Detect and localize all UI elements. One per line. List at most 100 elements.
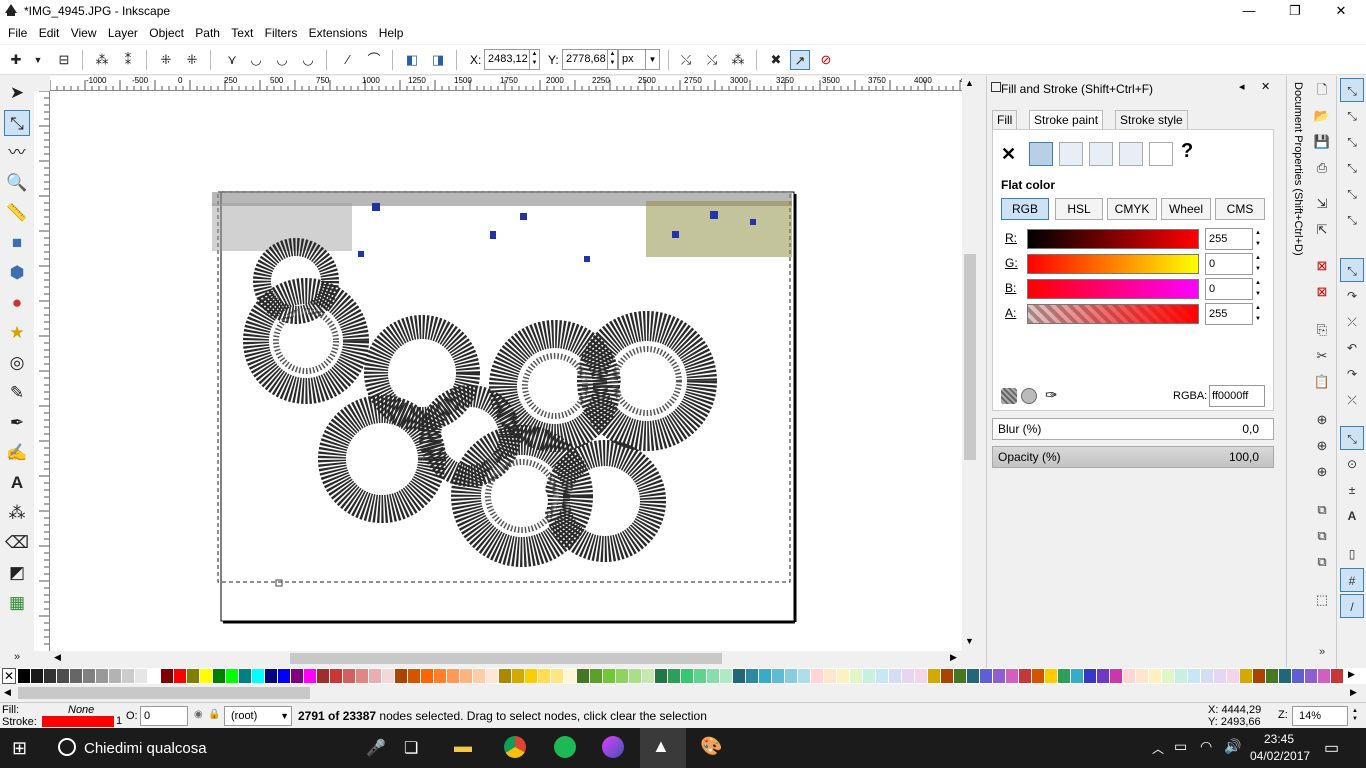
rectangle-tool-icon[interactable]: ■: [4, 230, 30, 256]
scroll-thumb[interactable]: [964, 254, 976, 460]
drawing-canvas[interactable]: [50, 91, 962, 651]
spotify-icon[interactable]: [554, 736, 576, 758]
menu-object[interactable]: Object: [145, 22, 188, 40]
palette-swatch[interactable]: [1331, 669, 1343, 683]
app-icon[interactable]: [602, 736, 624, 758]
snap-nodes-icon[interactable]: ⤡: [1340, 258, 1364, 282]
palette-swatch[interactable]: [863, 669, 875, 683]
cortana-icon[interactable]: [58, 738, 76, 756]
palette-swatch[interactable]: [408, 669, 420, 683]
battery-icon[interactable]: ▭: [1174, 738, 1187, 755]
iconify-button[interactable]: ◂: [1239, 80, 1245, 93]
palette-swatch[interactable]: [824, 669, 836, 683]
palette-swatch[interactable]: [525, 669, 537, 683]
undo-icon[interactable]: ⊠: [1312, 256, 1332, 276]
palette-swatch[interactable]: [668, 669, 680, 683]
spray-tool-icon[interactable]: ⁂: [4, 500, 30, 526]
palette-swatch[interactable]: [889, 669, 901, 683]
palette-swatch[interactable]: [1266, 669, 1278, 683]
mode-hsl-button[interactable]: HSL: [1055, 198, 1103, 220]
segment-line-icon[interactable]: ⁄: [338, 50, 358, 70]
palette-swatch[interactable]: [1097, 669, 1109, 683]
chevron-down-icon[interactable]: ▼: [280, 707, 289, 725]
channel-b-input[interactable]: 0: [1205, 278, 1253, 300]
rgba-input[interactable]: ff0000ff: [1209, 385, 1265, 407]
file-explorer-icon[interactable]: ▬: [454, 736, 472, 757]
palette-swatch[interactable]: [1019, 669, 1031, 683]
snap-bbox-center-icon[interactable]: ⤡: [1340, 208, 1364, 232]
menu-filters[interactable]: Filters: [261, 22, 302, 40]
palette-swatch[interactable]: [83, 669, 95, 683]
selector-tool-icon[interactable]: ➤: [4, 80, 30, 106]
eraser-tool-icon[interactable]: ⌫: [4, 530, 30, 556]
paste-icon[interactable]: 📋: [1312, 372, 1332, 392]
stroke-to-path-icon[interactable]: ◨: [428, 50, 448, 70]
palette-swatch[interactable]: [304, 669, 316, 683]
snap-bbox-edge-icon[interactable]: ⤡: [1340, 130, 1364, 154]
group-icon[interactable]: ⬚: [1312, 590, 1332, 610]
palette-swatch[interactable]: [96, 669, 108, 683]
zoom-drawing-icon[interactable]: ⊕: [1312, 436, 1332, 456]
snap-center-icon[interactable]: ⊙: [1340, 452, 1364, 476]
redo-icon[interactable]: ⊠: [1312, 282, 1332, 302]
palette-swatch[interactable]: [239, 669, 251, 683]
palette-swatch[interactable]: [993, 669, 1005, 683]
duplicate-icon[interactable]: ⧉: [1312, 500, 1332, 520]
palette-swatch[interactable]: [1071, 669, 1083, 683]
microphone-icon[interactable]: 🎤: [366, 738, 386, 758]
palette-swatch[interactable]: [1162, 669, 1174, 683]
out-of-gamut-icon[interactable]: [1021, 388, 1037, 404]
channel-g-input[interactable]: 0: [1205, 253, 1253, 275]
channel-a-slider[interactable]: [1027, 304, 1199, 324]
3d-box-tool-icon[interactable]: ⬢: [4, 260, 30, 286]
palette-swatch[interactable]: [1253, 669, 1265, 683]
copy-icon[interactable]: ⎘: [1312, 320, 1332, 340]
palette-swatch[interactable]: [616, 669, 628, 683]
mode-wheel-button[interactable]: Wheel: [1161, 198, 1211, 220]
chevron-up-icon[interactable]: ▲: [965, 78, 974, 88]
print-icon[interactable]: ⎙: [1312, 158, 1332, 178]
palette-swatch[interactable]: [655, 669, 667, 683]
palette-swatch[interactable]: [785, 669, 797, 683]
palette-swatch[interactable]: [980, 669, 992, 683]
color-managed-icon[interactable]: [1001, 388, 1017, 404]
palette-swatch[interactable]: [798, 669, 810, 683]
palette-swatch[interactable]: [629, 669, 641, 683]
color-palette[interactable]: ✕ ▶: [0, 668, 1366, 684]
chevron-left-icon[interactable]: ◀: [54, 652, 61, 663]
palette-swatch[interactable]: [369, 669, 381, 683]
unit-select[interactable]: px ▼: [618, 49, 660, 70]
gradient-tool-icon[interactable]: ▦: [4, 590, 30, 616]
y-coordinate-input[interactable]: 2778,68 ▲ ▼: [562, 49, 618, 70]
menu-layer[interactable]: Layer: [104, 22, 142, 40]
text-tool-icon[interactable]: A: [4, 470, 30, 496]
palette-swatch[interactable]: [122, 669, 134, 683]
star-tool-icon[interactable]: ★: [4, 320, 30, 346]
channel-r-slider[interactable]: [1027, 229, 1199, 249]
zoom-page-icon[interactable]: ⊕: [1312, 462, 1332, 482]
export-icon[interactable]: ⇱: [1312, 220, 1332, 240]
open-icon[interactable]: 📂: [1312, 106, 1332, 126]
segment-curve-icon[interactable]: ⌒: [364, 50, 384, 70]
snap-grid-icon[interactable]: #: [1340, 568, 1364, 592]
palette-swatch[interactable]: [564, 669, 576, 683]
fill-indicator[interactable]: None: [68, 704, 94, 716]
snap-rotation-center-icon[interactable]: ±: [1340, 478, 1364, 502]
palette-swatch[interactable]: [837, 669, 849, 683]
palette-swatch[interactable]: [1045, 669, 1057, 683]
spiral-tool-icon[interactable]: ◎: [4, 350, 30, 376]
palette-swatch[interactable]: [473, 669, 485, 683]
no-paint-icon[interactable]: ✕: [1001, 144, 1016, 165]
task-view-icon[interactable]: ❏: [404, 738, 418, 758]
zoom-selection-icon[interactable]: ⊕: [1312, 410, 1332, 430]
clock-time[interactable]: 23:45: [1264, 732, 1294, 746]
join-nodes-icon[interactable]: ⁂: [92, 50, 112, 70]
palette-swatch[interactable]: [772, 669, 784, 683]
chevron-down-icon[interactable]: ▼: [965, 636, 974, 646]
volume-icon[interactable]: 🔊: [1224, 738, 1241, 755]
snap-guide-icon[interactable]: /: [1340, 594, 1364, 618]
palette-scrollbar[interactable]: ◀ ▶: [0, 684, 1366, 702]
linear-gradient-icon[interactable]: [1059, 142, 1083, 166]
notifications-icon[interactable]: ▭: [1324, 738, 1339, 758]
palette-swatch[interactable]: [746, 669, 758, 683]
